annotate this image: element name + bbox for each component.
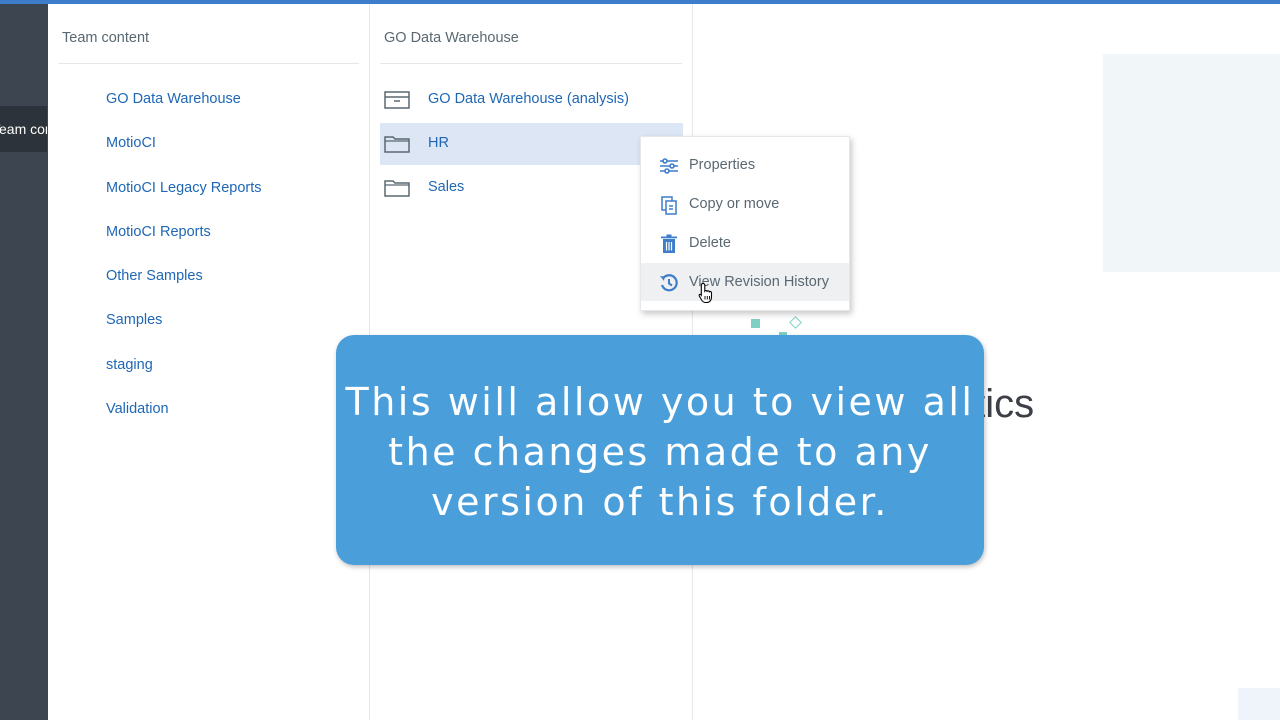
panel-title: GO Data Warehouse: [384, 30, 519, 46]
history-icon: [660, 274, 678, 292]
hand-cursor-icon: [698, 282, 713, 304]
team-item-other-samples[interactable]: Other Samples: [106, 268, 203, 284]
folder-row-sales[interactable]: Sales: [380, 167, 683, 209]
folder-icon: [384, 136, 410, 153]
folder-row-label: Sales: [428, 179, 465, 195]
team-item-staging[interactable]: staging: [106, 357, 153, 373]
team-item-go-data-warehouse[interactable]: GO Data Warehouse: [106, 91, 241, 107]
nav-item-team-content[interactable]: Team content: [0, 106, 47, 152]
context-menu: Properties Copy or move Delete View Revi…: [640, 136, 850, 311]
team-item-validation[interactable]: Validation: [106, 401, 169, 417]
decorative-diamond: [789, 316, 802, 329]
decorative-square: [751, 319, 760, 328]
left-nav-rail: Team content: [0, 4, 48, 720]
team-item-motioci-legacy-reports[interactable]: MotioCI Legacy Reports: [106, 180, 262, 196]
menu-item-label: Copy or move: [689, 196, 780, 212]
folder-row-go-data-warehouse-analysis[interactable]: GO Data Warehouse (analysis): [380, 79, 683, 121]
menu-item-label: Delete: [689, 235, 731, 251]
folder-row-hr[interactable]: HR: [380, 123, 683, 165]
package-icon: [384, 91, 410, 109]
divider: [58, 63, 359, 64]
background-graphic: [1238, 688, 1280, 720]
team-content-panel: Team content GO Data Warehouse MotioCI M…: [48, 4, 370, 720]
menu-item-copy-or-move[interactable]: Copy or move: [641, 185, 849, 223]
menu-item-delete[interactable]: Delete: [641, 224, 849, 262]
team-item-samples[interactable]: Samples: [106, 312, 162, 328]
folder-icon: [384, 180, 410, 197]
panel-title: Team content: [62, 30, 150, 46]
folder-row-label: HR: [428, 135, 449, 151]
menu-item-view-revision-history[interactable]: View Revision History: [641, 263, 849, 301]
tutorial-caption: This will allow you to view all the chan…: [336, 335, 984, 565]
team-item-motioci-reports[interactable]: MotioCI Reports: [106, 224, 211, 240]
folder-row-label: GO Data Warehouse (analysis): [428, 91, 629, 107]
copy-icon: [661, 196, 677, 215]
menu-item-label: Properties: [689, 157, 756, 173]
trash-icon: [661, 234, 677, 253]
sliders-icon: [660, 158, 678, 174]
menu-item-properties[interactable]: Properties: [641, 146, 849, 184]
caption-text: This will allow you to view all the chan…: [345, 380, 975, 524]
background-graphic: [1103, 54, 1280, 272]
team-item-motioci[interactable]: MotioCI: [106, 135, 156, 151]
divider: [380, 63, 682, 64]
